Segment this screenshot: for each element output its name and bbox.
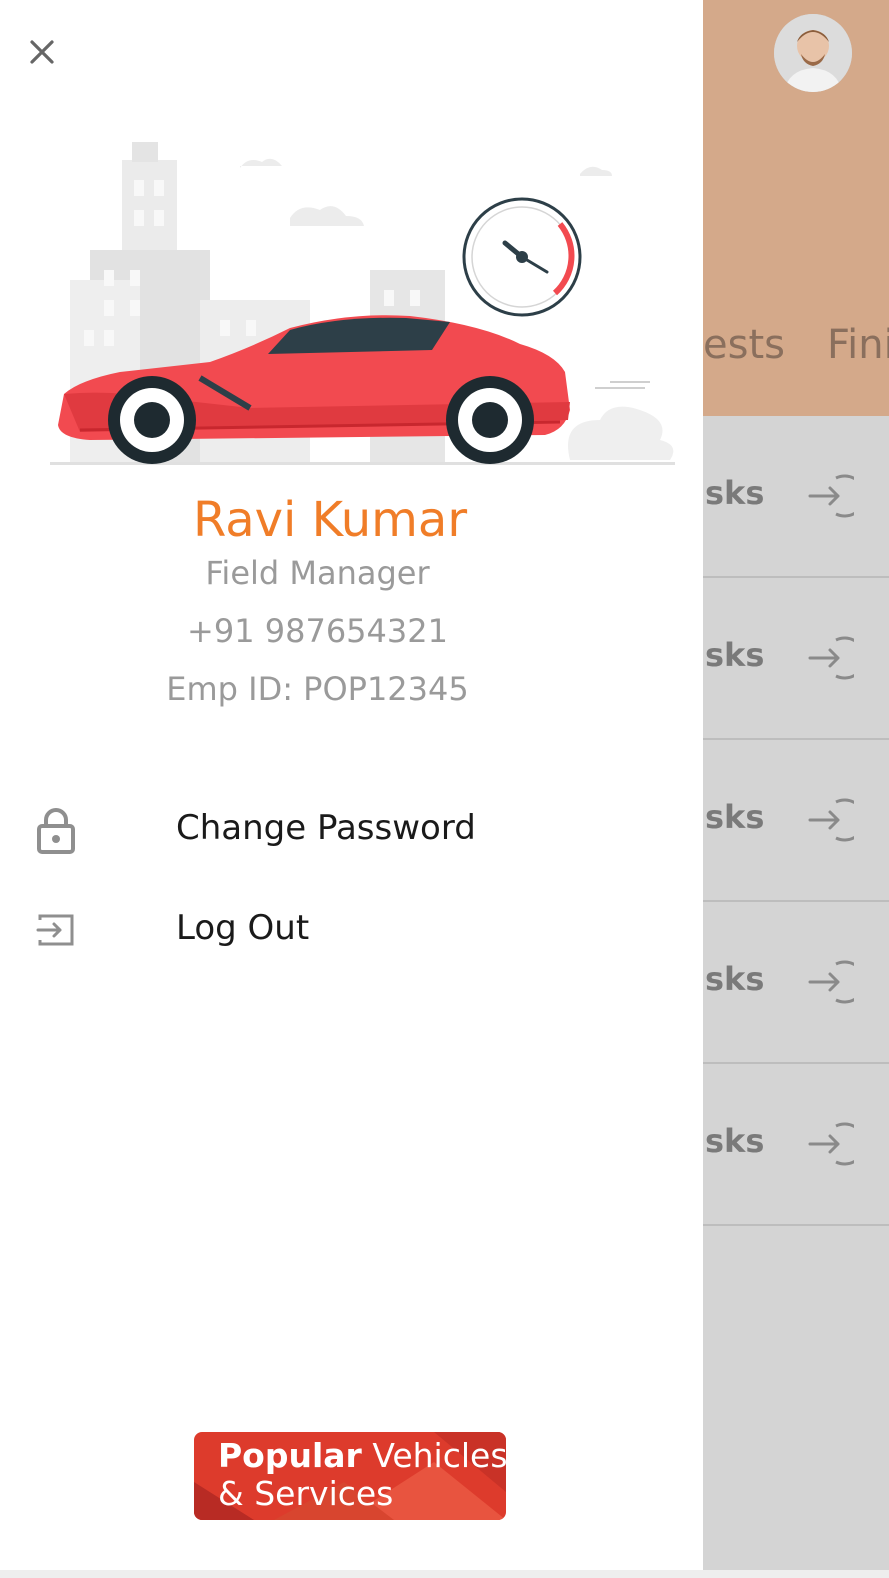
logo-brand: Popular [218,1436,362,1475]
avatar-icon [774,14,852,92]
menu-item-change-password[interactable]: Change Password [0,790,703,870]
user-role: Field Manager [205,554,430,592]
arrow-circle-icon [808,1122,854,1166]
user-name: Ravi Kumar [192,492,468,548]
list-item-label: sks [705,636,765,674]
arrow-circle-icon [808,960,854,1004]
list-item[interactable]: sks [703,902,889,1064]
menu-item-label: Change Password [176,808,476,848]
lock-icon [37,808,75,854]
arrow-circle-icon [808,798,854,842]
bottom-bar [0,1570,889,1578]
side-drawer: Ravi Kumar Field Manager +91 987654321 E… [0,0,703,1578]
close-icon[interactable] [22,32,62,72]
tab-finished[interactable]: Fini [827,322,889,368]
menu-item-log-out[interactable]: Log Out [0,890,703,970]
logout-icon [36,914,74,946]
logo-vehicles: Vehicles [361,1436,506,1475]
car-illustration [50,142,675,465]
arrow-circle-icon [808,636,854,680]
logo-line-2: & Services [218,1474,394,1513]
avatar[interactable] [774,14,852,92]
list-item-label: sks [705,1122,765,1160]
list-item[interactable]: sks [703,740,889,902]
menu-item-label: Log Out [176,908,310,948]
list-item[interactable]: sks [703,416,889,578]
list-item-label: sks [705,798,765,836]
arrow-circle-icon [808,474,854,518]
list-item[interactable]: sks [703,578,889,740]
tab-requests[interactable]: ests [703,322,785,368]
user-phone: +91 987654321 [187,612,448,650]
list-item[interactable]: sks [703,1064,889,1226]
list-item-label: sks [705,960,765,998]
list-item-label: sks [705,474,765,512]
logo-line-1: Popular Vehicles [218,1436,506,1475]
employee-id: Emp ID: POP12345 [166,670,469,708]
company-logo: Popular Vehicles & Services [194,1432,506,1520]
